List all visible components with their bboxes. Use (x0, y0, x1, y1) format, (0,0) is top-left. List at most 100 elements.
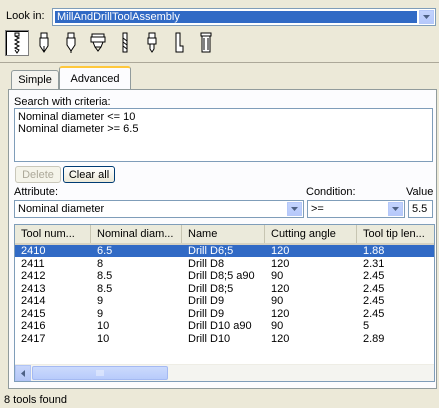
condition-value: >= (311, 203, 324, 215)
tool-type-boring-bar[interactable] (167, 30, 191, 56)
condition-combo[interactable]: >= (307, 200, 405, 218)
criteria-line[interactable]: Nominal diameter <= 10 (18, 111, 429, 123)
table-cell: Drill D9 (188, 307, 225, 320)
table-row[interactable]: 2410 6.5 Drill D6;5 120 1.88 (15, 245, 434, 257)
table-cell: 2416 (21, 320, 46, 332)
scroll-left-icon[interactable] (15, 365, 31, 381)
table-cell: 8.5 (97, 270, 113, 282)
table-cell: 120 (271, 282, 290, 295)
table-cell: Drill D8;5 a90 (188, 270, 255, 282)
table-row[interactable]: 2411 8 Drill D8 120 2.31 (15, 257, 434, 270)
tool-type-toolbar (5, 30, 435, 60)
tab-simple-label: Simple (18, 74, 52, 86)
table-cell: 2412 (21, 270, 46, 282)
table-cell: Drill D6;5 (188, 245, 234, 257)
attribute-label: Attribute: (14, 186, 59, 198)
table-cell: 2.89 (363, 332, 385, 345)
table-cell: 9 (97, 307, 104, 320)
tool-type-end-mill[interactable] (32, 30, 56, 56)
table-cell: Drill D8;5 (188, 282, 234, 295)
tab-simple[interactable]: Simple (11, 70, 59, 89)
table-row[interactable]: 2412 8.5 Drill D8;5 a90 90 2.45 (15, 270, 434, 282)
scroll-thumb[interactable] (32, 366, 168, 380)
table-cell: Drill D9 (188, 295, 225, 307)
table-cell: Drill D8 (188, 257, 225, 270)
boring-bar-icon (175, 32, 184, 53)
table-cell: 90 (271, 295, 284, 307)
delete-button[interactable]: Delete (15, 166, 61, 183)
table-cell: 2.45 (363, 270, 385, 282)
tab-advanced-label: Advanced (70, 72, 120, 85)
table-cell: 120 (271, 257, 290, 270)
table-row[interactable]: 2413 8.5 Drill D8;5 120 2.45 (15, 282, 434, 295)
column-header[interactable]: Tool tip len... (357, 225, 434, 243)
value-input[interactable]: 5.5 (408, 200, 433, 218)
table-cell: 2415 (21, 307, 46, 320)
look-in-combo[interactable]: MillAndDrillToolAssembly (52, 8, 436, 26)
table-cell: 10 (97, 332, 110, 345)
table-cell: 2.45 (363, 282, 385, 295)
face-mill-icon (90, 33, 106, 52)
table-cell: 9 (97, 295, 104, 307)
table-cell: 2.45 (363, 307, 385, 320)
table-row[interactable]: 2417 10 Drill D10 120 2.89 (15, 332, 434, 345)
table-cell: Drill D10 a90 (188, 320, 252, 332)
table-cell: Drill D10 (188, 332, 231, 345)
clear-all-button[interactable]: Clear all (63, 166, 115, 183)
table-cell: 5 (363, 320, 370, 332)
table-cell: 2414 (21, 295, 46, 307)
horizontal-scrollbar[interactable] (15, 364, 434, 381)
holder-icon (200, 32, 212, 53)
chevron-down-icon[interactable] (388, 202, 403, 216)
table-cell: 90 (271, 320, 284, 332)
table-cell: 8.5 (97, 282, 113, 295)
table-cell: 6.5 (97, 245, 113, 257)
column-header[interactable]: Tool num... (15, 225, 91, 243)
tab-advanced[interactable]: Advanced (59, 66, 131, 89)
reamer-icon (122, 32, 128, 53)
look-in-label: Look in: (6, 10, 45, 22)
table-row[interactable]: 2416 10 Drill D10 a90 90 5 (15, 320, 434, 332)
table-cell: 8 (97, 257, 104, 270)
toolbar-divider (0, 62, 439, 63)
drill-bit-icon (13, 32, 21, 54)
value-input-text: 5.5 (412, 203, 428, 215)
look-in-value: MillAndDrillToolAssembly (55, 11, 417, 23)
table-cell: 2.31 (363, 257, 385, 270)
table-header: Tool num... Nominal diam... Name Cutting… (15, 225, 434, 245)
table-cell: 2417 (21, 332, 46, 345)
table-cell: 2411 (21, 257, 45, 270)
table-cell: 2.45 (363, 295, 385, 307)
table-cell: 10 (97, 320, 110, 332)
attribute-combo[interactable]: Nominal diameter (14, 200, 304, 218)
condition-label: Condition: (306, 186, 356, 198)
tool-type-holder[interactable] (194, 30, 218, 56)
tool-type-tap[interactable] (140, 30, 164, 56)
criteria-line[interactable]: Nominal diameter >= 6.5 (18, 123, 429, 135)
tools-table[interactable]: Tool num... Nominal diam... Name Cutting… (14, 224, 435, 382)
criteria-label: Search with criteria: (14, 96, 111, 108)
table-row[interactable]: 2415 9 Drill D9 120 2.45 (15, 307, 434, 320)
table-cell: 1.88 (363, 245, 385, 257)
table-cell: 120 (271, 245, 290, 257)
tap-icon (147, 32, 157, 53)
chevron-down-icon[interactable] (419, 10, 434, 24)
chevron-down-icon[interactable] (287, 202, 302, 216)
tool-type-ball-mill[interactable] (59, 30, 83, 56)
table-row[interactable]: 2414 9 Drill D9 90 2.45 (15, 295, 434, 307)
tool-type-drill[interactable] (5, 30, 29, 56)
column-header[interactable]: Nominal diam... (91, 225, 182, 243)
status-text: 8 tools found (4, 394, 67, 406)
table-cell: 90 (271, 270, 284, 282)
table-cell: 2410 (21, 245, 46, 257)
criteria-list[interactable]: Nominal diameter <= 10 Nominal diameter … (14, 108, 433, 162)
tool-type-face-mill[interactable] (86, 30, 110, 56)
end-mill-icon (39, 32, 49, 53)
table-cell: 120 (271, 332, 290, 345)
ball-mill-icon (66, 32, 76, 53)
column-header[interactable]: Cutting angle (265, 225, 357, 243)
value-label: Value (406, 186, 434, 198)
attribute-value: Nominal diameter (18, 203, 105, 215)
tool-type-reamer[interactable] (113, 30, 137, 56)
column-header[interactable]: Name (182, 225, 265, 243)
